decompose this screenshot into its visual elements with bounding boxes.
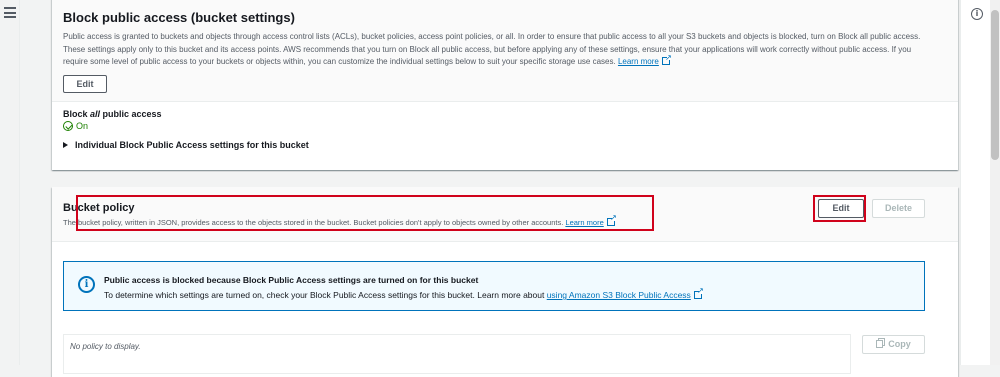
bucket-policy-delete-button[interactable]: Delete [872, 199, 925, 218]
block-all-public-access-status: On [63, 121, 947, 131]
status-on-text: On [76, 121, 89, 131]
bucket-policy-header: Bucket policy The bucket policy, written… [52, 187, 958, 242]
copy-label: Copy [888, 339, 911, 349]
check-circle-icon [63, 121, 73, 131]
external-link-icon [693, 286, 704, 299]
info-icon[interactable]: i [971, 8, 983, 20]
individual-settings-label: Individual Block Public Access settings … [75, 140, 309, 150]
block-all-public-access-label: Block all public access [63, 109, 947, 119]
block-all-suffix: public access [100, 109, 162, 119]
block-all-prefix: Block [63, 109, 91, 119]
scrollbar-thumb[interactable] [991, 10, 999, 160]
individual-settings-expander[interactable]: Individual Block Public Access settings … [63, 140, 947, 150]
alert-text-body: To determine which settings are turned o… [104, 290, 547, 300]
page-scrollbar[interactable] [990, 0, 1000, 365]
right-tools-rail: i [960, 0, 990, 365]
caret-right-icon [63, 142, 68, 148]
block-public-access-description-text: Public access is granted to buckets and … [63, 32, 921, 66]
info-circle-icon: i [78, 276, 95, 293]
block-public-access-panel: Block public access (bucket settings) Pu… [52, 0, 958, 170]
block-public-access-body: Block all public access On Individual Bl… [52, 102, 958, 157]
highlight-box-edit-button [813, 195, 866, 222]
external-link-icon [661, 52, 672, 65]
alert-text: To determine which settings are turned o… [104, 286, 704, 300]
alert-title: Public access is blocked because Block P… [104, 275, 479, 285]
copy-icon [876, 340, 884, 348]
main-content: Block public access (bucket settings) Pu… [20, 0, 960, 377]
block-public-access-description: Public access is granted to buckets and … [63, 31, 933, 69]
block-public-access-title: Block public access (bucket settings) [63, 10, 295, 25]
block-public-access-header: Block public access (bucket settings) Pu… [52, 0, 958, 102]
policy-json-viewer: No policy to display. [63, 334, 851, 374]
copy-policy-button[interactable]: Copy [862, 335, 925, 354]
highlight-box-policy-title [76, 195, 654, 231]
block-public-access-doc-link[interactable]: using Amazon S3 Block Public Access [547, 290, 691, 300]
no-policy-text: No policy to display. [70, 342, 141, 351]
block-public-access-learn-more-link[interactable]: Learn more [618, 57, 659, 66]
block-all-emphasis: all [90, 109, 101, 119]
bucket-policy-panel: Bucket policy The bucket policy, written… [52, 187, 958, 377]
hamburger-menu-icon[interactable] [4, 7, 16, 18]
block-public-access-edit-button[interactable]: Edit [63, 74, 107, 93]
left-navigation-rail [0, 0, 20, 365]
public-access-blocked-alert: i Public access is blocked because Block… [63, 261, 925, 311]
